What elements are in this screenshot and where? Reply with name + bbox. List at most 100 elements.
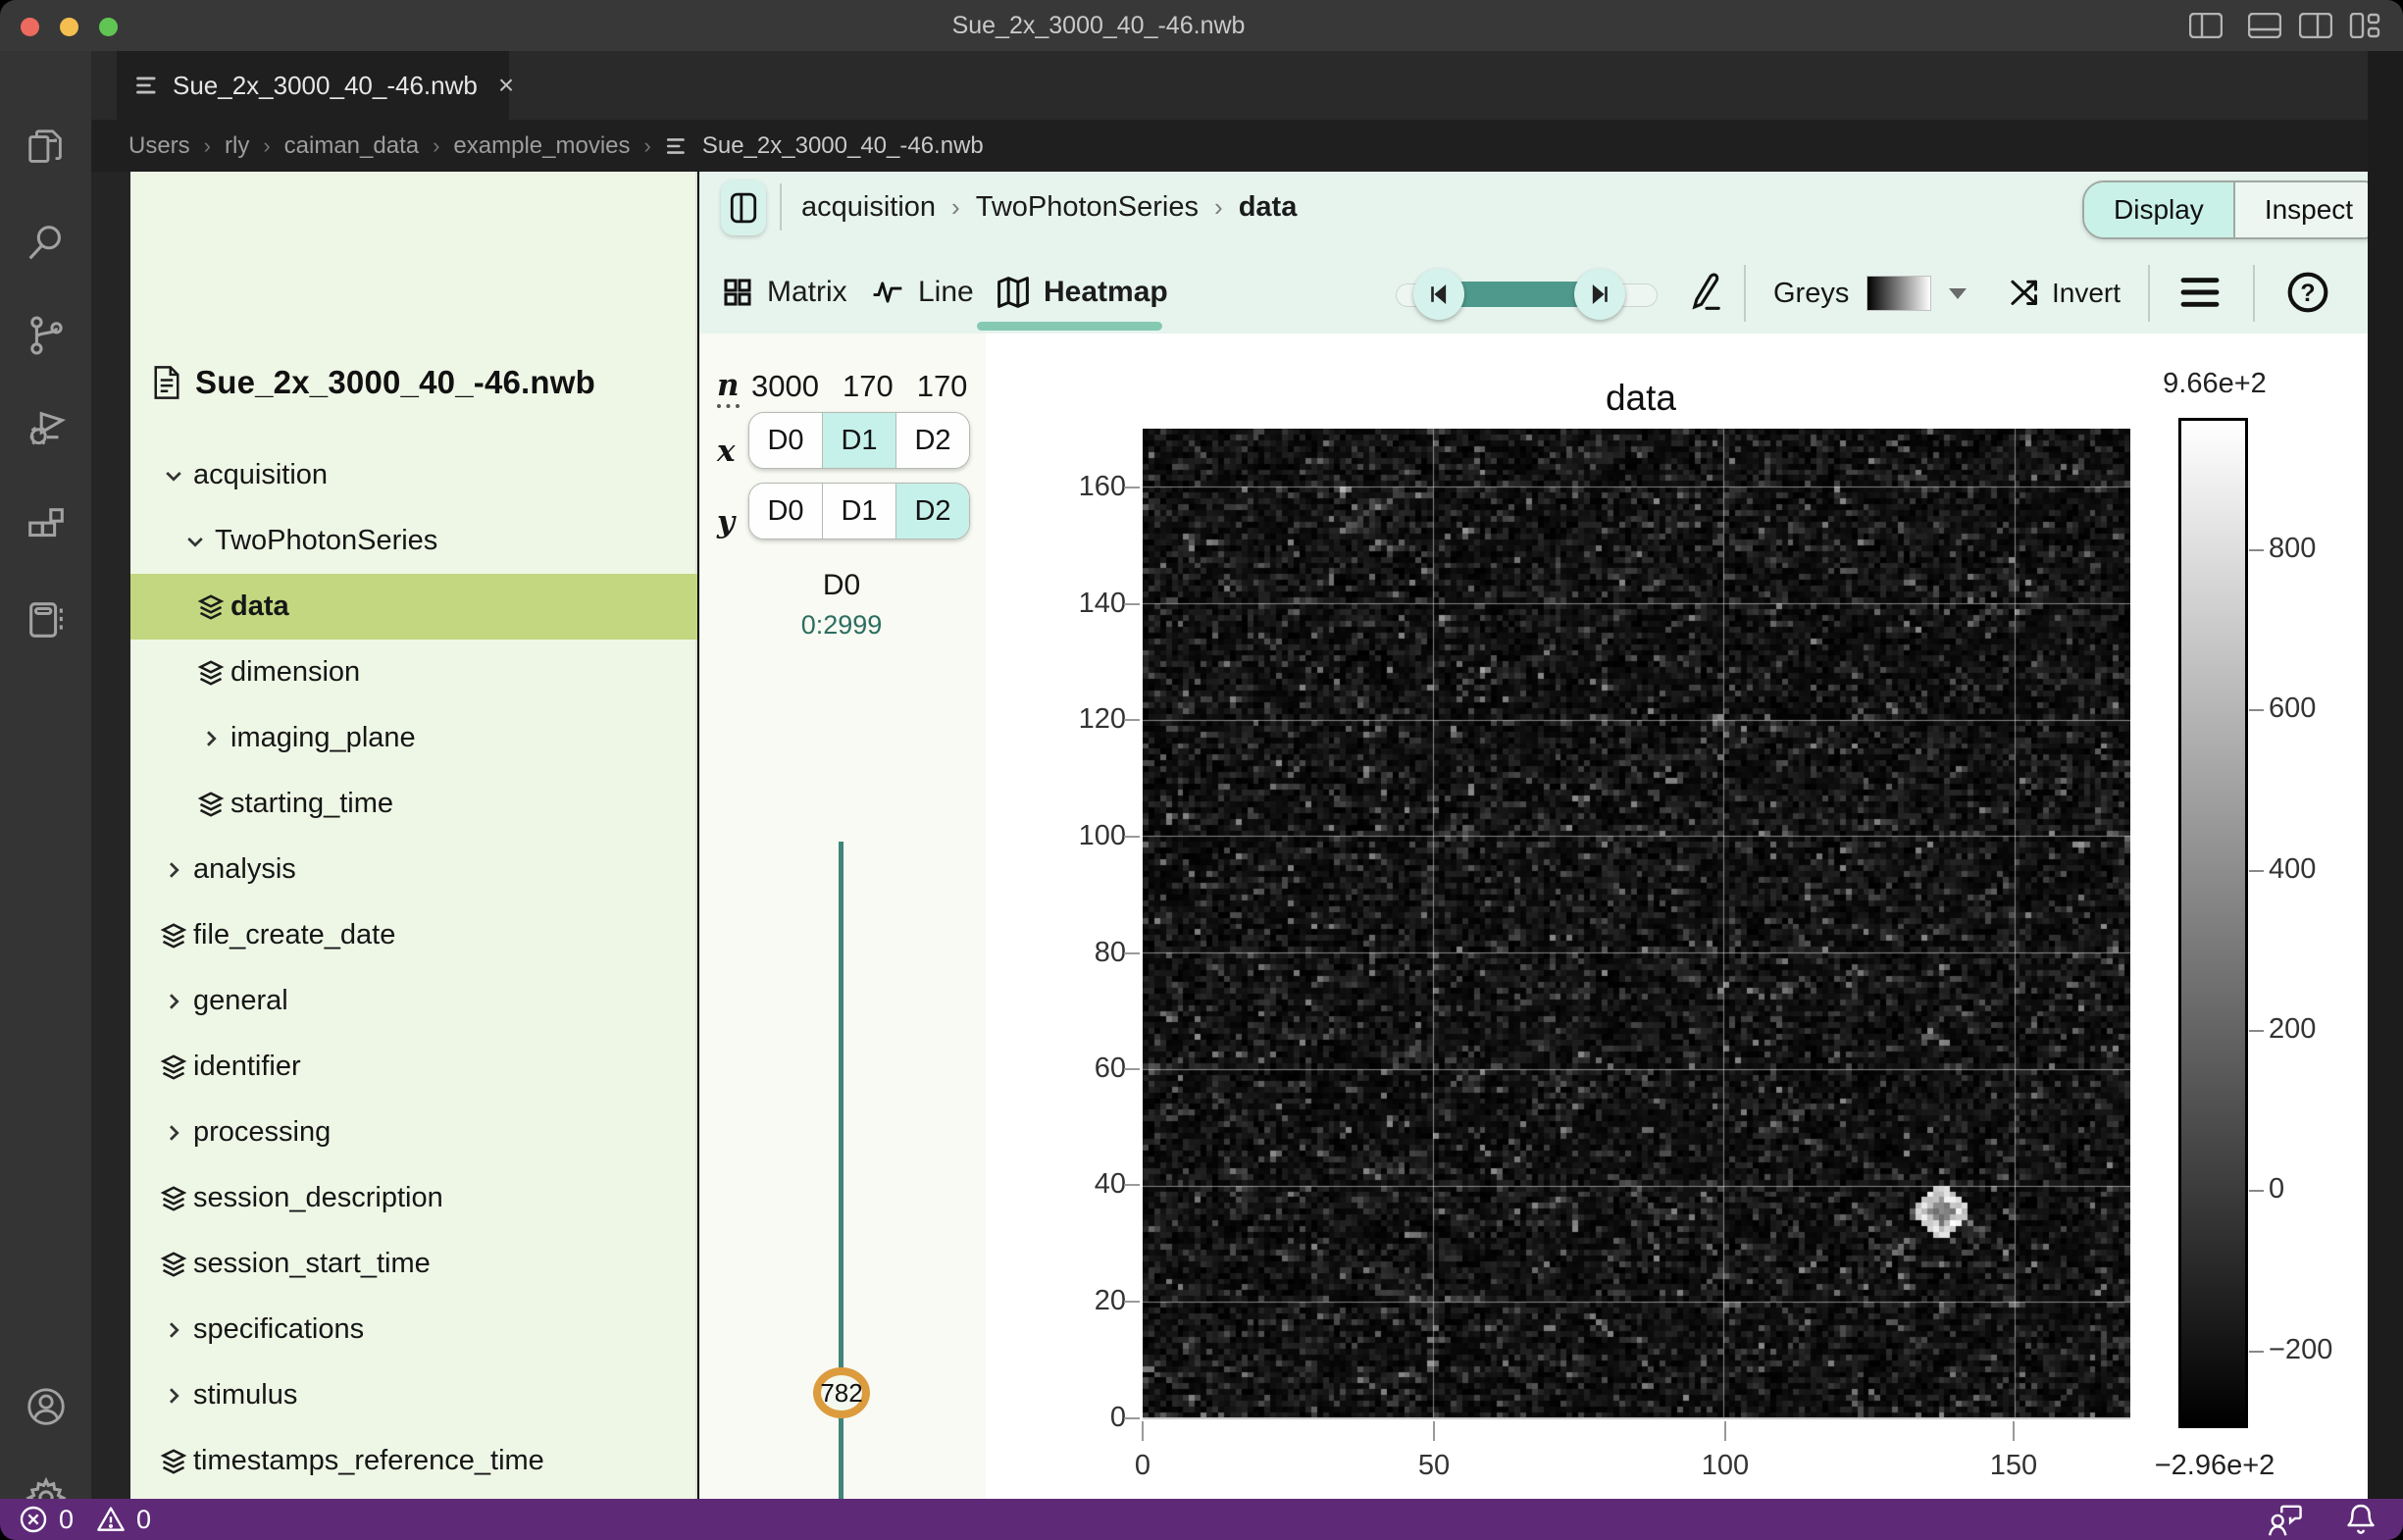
tab-matrix[interactable]: Matrix (722, 263, 847, 322)
y-d2-button[interactable]: D2 (895, 484, 969, 539)
editor-tab[interactable]: Sue_2x_3000_40_-46.nwb × (117, 51, 509, 120)
run-debug-icon[interactable] (24, 407, 69, 452)
viewer-breadcrumb: acquisition › TwoPhotonSeries › data (801, 181, 1297, 232)
y-tick-mark (1124, 1417, 1140, 1419)
viewer-breadcrumb-item[interactable]: TwoPhotonSeries (976, 191, 1199, 224)
tree-item-general[interactable]: general (130, 968, 697, 1034)
edit-pen-icon[interactable] (1688, 272, 1725, 313)
viewer-header: acquisition › TwoPhotonSeries › data Dis… (699, 172, 2368, 334)
extensions-icon[interactable] (24, 503, 69, 548)
y-tick-mark (1124, 1068, 1140, 1070)
tree-item-twophotonseries[interactable]: TwoPhotonSeries (130, 508, 697, 574)
chevron-down-icon[interactable] (176, 530, 215, 553)
range-start-handle[interactable] (1413, 269, 1464, 320)
chevron-right-icon[interactable] (154, 1121, 193, 1145)
tree-item-label: data (230, 590, 289, 623)
warning-count[interactable]: 0 (136, 1505, 151, 1535)
warnings-icon[interactable] (95, 1504, 127, 1535)
x-d1-button[interactable]: D1 (822, 413, 895, 468)
breadcrumb-item[interactable]: caiman_data (284, 132, 419, 160)
dataset-stack-icon (154, 1447, 193, 1476)
tab-close-icon[interactable]: × (498, 70, 514, 101)
chevron-right-icon[interactable] (154, 1318, 193, 1342)
toggle-sidebar-icon[interactable] (2189, 13, 2223, 38)
tree-item-session-start-time[interactable]: session_start_time (130, 1231, 697, 1297)
active-tab-underline (977, 322, 1162, 331)
heatmap-canvas[interactable] (1143, 429, 2130, 1418)
shape-dim2: 170 (917, 369, 968, 404)
notifications-bell-icon[interactable] (2344, 1502, 2377, 1537)
viewer-breadcrumb-item[interactable]: data (1239, 191, 1298, 224)
breadcrumb-item[interactable]: Users (128, 132, 190, 160)
dataset-stack-icon (154, 1052, 193, 1082)
close-window-button[interactable] (21, 18, 39, 36)
colorbar-min-label: −2.96e+2 (2122, 1450, 2308, 1482)
tree-item-starting-time[interactable]: starting_time (130, 771, 697, 837)
breadcrumb-item[interactable]: rly (225, 132, 249, 160)
source-control-icon[interactable] (24, 313, 69, 358)
viewer-breadcrumb-item[interactable]: acquisition (801, 191, 936, 224)
breadcrumb-separator: › (951, 192, 960, 223)
menu-hamburger-icon[interactable] (2180, 276, 2220, 309)
chevron-right-icon[interactable] (154, 990, 193, 1013)
collapse-sidebar-button[interactable] (721, 180, 766, 235)
account-icon[interactable] (24, 1384, 69, 1429)
errors-icon[interactable] (18, 1504, 49, 1535)
chevron-right-icon[interactable] (154, 1384, 193, 1408)
tree-item-processing[interactable]: processing (130, 1100, 697, 1165)
explorer-icon[interactable] (24, 127, 69, 172)
tab-line[interactable]: Line (871, 263, 974, 322)
tree-item-acquisition[interactable]: acquisition (130, 442, 697, 508)
minimize-window-button[interactable] (60, 18, 78, 36)
frame-slider-handle[interactable]: 782 (813, 1367, 870, 1418)
tree-item-file-create-date[interactable]: file_create_date (130, 902, 697, 968)
split-editor-icon[interactable] (2299, 13, 2332, 38)
tree-item-specifications[interactable]: specifications (130, 1297, 697, 1362)
breadcrumb-file[interactable]: Sue_2x_3000_40_-46.nwb (702, 132, 984, 160)
x-tick-mark (1433, 1421, 1435, 1441)
y-d1-button[interactable]: D1 (822, 484, 895, 539)
y-label: y (717, 504, 735, 539)
chevron-right-icon[interactable] (154, 858, 193, 882)
tree-item-stimulus[interactable]: stimulus (130, 1362, 697, 1428)
help-icon[interactable]: ? (2286, 271, 2329, 314)
tree-item-label: general (193, 985, 288, 1017)
search-icon[interactable] (24, 220, 69, 265)
toggle-panel-icon[interactable] (2248, 13, 2281, 38)
file-outline-icon (665, 134, 689, 158)
error-count[interactable]: 0 (59, 1505, 74, 1535)
tree-item-data[interactable]: data (130, 574, 697, 640)
feedback-icon[interactable] (2266, 1502, 2303, 1537)
tree-item-dimension[interactable]: dimension (130, 640, 697, 705)
invert-toggle[interactable]: Invert (2009, 265, 2121, 322)
inspect-button[interactable]: Inspect (2233, 182, 2382, 237)
colorbar-tick-mark (2249, 1030, 2264, 1032)
x-d2-button[interactable]: D2 (895, 413, 969, 468)
colorbar-tick-mark (2249, 1351, 2264, 1353)
tree-item-timestamps-reference-time[interactable]: timestamps_reference_time (130, 1428, 697, 1494)
tree-item-session-description[interactable]: session_description (130, 1165, 697, 1231)
frame-slider-track[interactable] (839, 842, 844, 1540)
range-end-handle[interactable] (1574, 269, 1625, 320)
nwb-tree-panel: Sue_2x_3000_40_-46.nwb acquisition TwoPh… (130, 172, 697, 1499)
tab-heatmap[interactable]: Heatmap (997, 263, 1168, 322)
y-d0-button[interactable]: D0 (749, 484, 822, 539)
tree-item-analysis[interactable]: analysis (130, 837, 697, 902)
colormap-picker[interactable]: Greys (1773, 265, 1967, 322)
y-tick-mark (1124, 603, 1140, 605)
tab-label: Matrix (767, 276, 847, 309)
customize-layout-icon[interactable] (2348, 13, 2381, 38)
breadcrumb-item[interactable]: example_movies (453, 132, 630, 160)
display-button[interactable]: Display (2084, 182, 2233, 237)
colormap-label: Greys (1773, 278, 1849, 310)
chevron-down-icon[interactable] (154, 464, 193, 488)
colorbar-tick-label: 800 (2269, 533, 2316, 565)
notebook-icon[interactable] (24, 597, 69, 642)
chevron-right-icon[interactable] (191, 727, 230, 750)
zoom-window-button[interactable] (99, 18, 118, 36)
tree-item-identifier[interactable]: identifier (130, 1034, 697, 1100)
tree-item-imaging-plane[interactable]: imaging_plane (130, 705, 697, 771)
x-tick-label: 150 (1974, 1450, 2053, 1482)
y-tick-label: 80 (1048, 937, 1126, 969)
x-d0-button[interactable]: D0 (749, 413, 822, 468)
